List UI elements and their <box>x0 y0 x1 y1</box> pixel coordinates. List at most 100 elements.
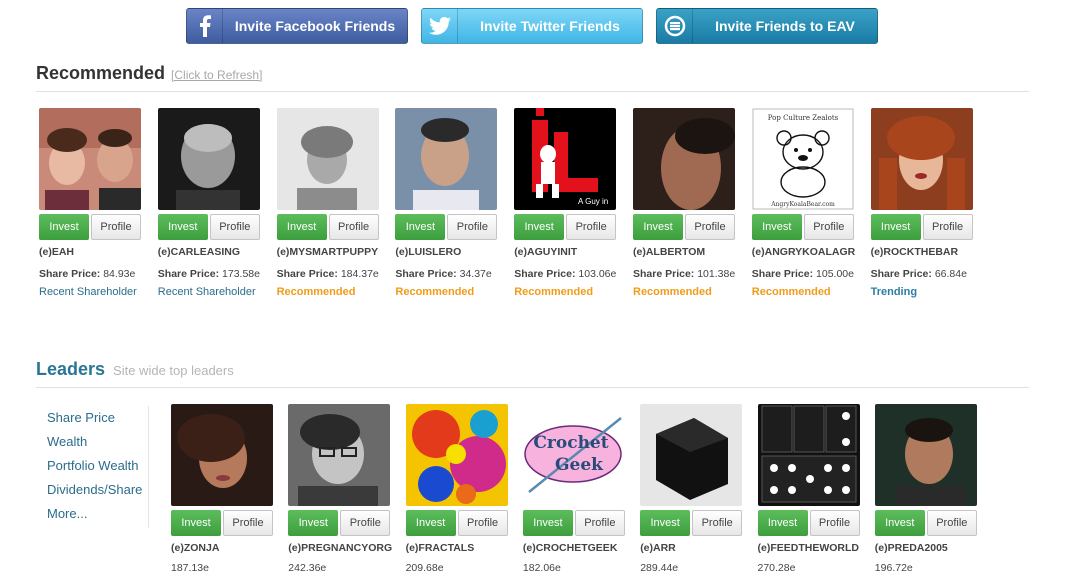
share-price: Share Price: 184.37e <box>277 265 387 283</box>
user-photo[interactable] <box>171 404 273 506</box>
invest-button[interactable]: Invest <box>522 510 573 536</box>
username[interactable]: (e)LUISLERO <box>395 246 505 260</box>
leader-price: 289.44e <box>640 562 679 574</box>
recommended-divider <box>36 91 1029 92</box>
invest-button[interactable]: Invest <box>870 214 921 240</box>
leader-price: 182.06e <box>522 562 561 574</box>
profile-button[interactable]: Profile <box>340 510 391 536</box>
user-photo[interactable] <box>640 404 743 506</box>
user-photo[interactable] <box>39 108 141 210</box>
user-photo[interactable] <box>157 108 260 210</box>
invest-button[interactable]: Invest <box>171 510 221 536</box>
share-price-label: Share Price: <box>870 268 932 280</box>
invest-button[interactable]: Invest <box>514 214 565 240</box>
facebook-icon <box>187 9 223 43</box>
recommended-card: Invest Profile (e)EAH Share Price: 84.93e Re… <box>39 108 149 301</box>
share-price-label: Share Price: <box>157 268 220 280</box>
card-actions: Invest Profile <box>870 214 981 240</box>
shareholder-tag[interactable]: Recent Shareholder <box>39 283 149 301</box>
profile-button[interactable]: Profile <box>803 214 854 240</box>
leader-price: 242.36e <box>288 562 327 574</box>
leaders-menu-dividends-share[interactable]: Dividends/Share <box>47 478 148 502</box>
recommended-card: Invest Profile (e)LUISLERO Share Price: 34.… <box>395 108 505 301</box>
username[interactable]: (e)MYSMARTPUPPY <box>277 246 387 260</box>
share-price-label: Share Price: <box>395 268 457 280</box>
leader-card: Invest Profile (e)ARR 289.44e <box>640 404 750 574</box>
username[interactable]: (e)ALBERTOM <box>633 246 743 260</box>
aguyinit-caption: A Guy in <box>578 197 608 206</box>
user-photo[interactable] <box>405 404 508 506</box>
recommended-title: Recommended <box>36 63 166 83</box>
share-price-value: 101.38e <box>697 268 736 280</box>
twitter-bird-icon <box>422 9 458 43</box>
username[interactable]: (e)EAH <box>39 246 149 260</box>
user-photo[interactable] <box>757 404 860 506</box>
invest-button[interactable]: Invest <box>757 510 808 536</box>
share-price-label: Share Price: <box>276 268 338 280</box>
username[interactable]: (e)PREDA2005 <box>875 542 985 556</box>
leaders-menu-share-price[interactable]: Share Price <box>47 406 148 430</box>
user-photo[interactable] <box>874 404 977 506</box>
user-photo[interactable] <box>395 108 498 210</box>
user-photo[interactable]: Pop Culture Zealots AngryKoalaBear.com <box>751 108 854 210</box>
share-price: Share Price: 173.58e <box>158 265 268 283</box>
username[interactable]: (e)FRACTALS <box>406 542 516 556</box>
crochet-line1: Crochet <box>533 433 608 453</box>
profile-button[interactable]: Profile <box>457 510 508 536</box>
username[interactable]: (e)ANGRYKOALAGR <box>752 246 862 260</box>
share-price: Share Price: 105.00e <box>752 265 862 283</box>
refresh-link[interactable]: [Click to Refresh] <box>171 68 262 82</box>
trending-tag: Trending <box>870 286 918 298</box>
invest-button[interactable]: Invest <box>288 510 339 536</box>
profile-button[interactable]: Profile <box>685 214 735 240</box>
profile-button[interactable]: Profile <box>809 510 860 536</box>
profile-button[interactable]: Profile <box>566 214 617 240</box>
shareholder-tag[interactable]: Recent Shareholder <box>158 283 268 301</box>
profile-button[interactable]: Profile <box>223 510 273 536</box>
user-photo[interactable] <box>633 108 735 210</box>
leaders-menu-wealth[interactable]: Wealth <box>47 430 148 454</box>
invest-button[interactable]: Invest <box>633 214 683 240</box>
share-price-value: 66.84e <box>934 268 967 280</box>
invite-facebook-button[interactable]: Invite Facebook Friends <box>186 8 408 44</box>
recommended-card: Invest Profile (e)ALBERTOM Share Price: 101… <box>633 108 743 301</box>
share-price-value: 184.37e <box>340 268 379 280</box>
leader-card: Invest Profile (e)FRACTALS 209.68e <box>405 404 516 574</box>
invest-button[interactable]: Invest <box>276 214 327 240</box>
invest-button[interactable]: Invest <box>39 214 89 240</box>
user-photo[interactable] <box>288 404 391 506</box>
username[interactable]: (e)PREGNANCYORG <box>288 542 398 556</box>
invite-eav-button[interactable]: Invite Friends to EAV <box>656 8 878 44</box>
username[interactable]: (e)ZONJA <box>171 542 281 556</box>
invite-twitter-button[interactable]: Invite Twitter Friends <box>421 8 643 44</box>
koala-url: AngryKoalaBear.com <box>770 201 835 208</box>
profile-button[interactable]: Profile <box>574 510 625 536</box>
eav-logo-icon <box>657 9 693 43</box>
user-photo[interactable] <box>870 108 973 210</box>
user-photo[interactable]: Crochet Geek <box>522 404 625 506</box>
user-photo[interactable] <box>276 108 379 210</box>
profile-button[interactable]: Profile <box>922 214 973 240</box>
username[interactable]: (e)CARLEASING <box>158 246 268 260</box>
profile-button[interactable]: Profile <box>209 214 260 240</box>
username[interactable]: (e)FEEDTHEWORLD <box>758 542 868 556</box>
invest-button[interactable]: Invest <box>395 214 446 240</box>
leaders-menu-more[interactable]: More... <box>47 502 148 526</box>
invest-button[interactable]: Invest <box>640 510 691 536</box>
username[interactable]: (e)CROCHETGEEK <box>523 542 633 556</box>
leaders-menu-portfolio-wealth[interactable]: Portfolio Wealth <box>47 454 148 478</box>
username[interactable]: (e)ROCKTHEBAR <box>871 246 981 260</box>
username[interactable]: (e)ARR <box>640 542 750 556</box>
username[interactable]: (e)AGUYINIT <box>514 246 624 260</box>
profile-button[interactable]: Profile <box>328 214 379 240</box>
profile-button[interactable]: Profile <box>926 510 977 536</box>
profile-button[interactable]: Profile <box>692 510 743 536</box>
user-photo[interactable]: A Guy in <box>514 108 617 210</box>
profile-button[interactable]: Profile <box>447 214 498 240</box>
invest-button[interactable]: Invest <box>751 214 802 240</box>
invest-button[interactable]: Invest <box>874 510 925 536</box>
profile-button[interactable]: Profile <box>91 214 141 240</box>
invest-button[interactable]: Invest <box>405 510 456 536</box>
share-price: Share Price: 101.38e <box>633 265 743 283</box>
invest-button[interactable]: Invest <box>157 214 208 240</box>
